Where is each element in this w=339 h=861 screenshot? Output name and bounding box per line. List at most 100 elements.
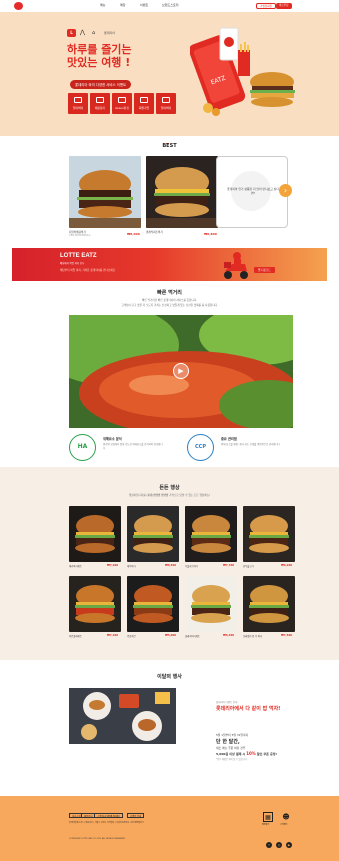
nav-menu[interactable]: 메뉴 [100,3,106,7]
service-label: 회원가입 [138,106,150,110]
fast-food-desc2: 고객님이 요구 맛을 더 오도록 가치는 신선하고 맛있게 있는 신선한 맛제를… [121,304,218,307]
hero-food-illustration: EATZ [190,27,295,116]
service-store-button[interactable]: 매장찾기 [90,93,110,114]
ccp-badge-icon: CCP [187,434,214,461]
lotteria-logo[interactable] [14,2,23,10]
event-small-label: 롯데리아 이벤트 안내 [216,701,238,704]
nav-event[interactable]: 이벤트 [140,3,148,7]
best-item-card[interactable] [69,156,141,228]
menu-card[interactable] [185,576,237,632]
menu-item-name: 양념치킨 [127,635,136,638]
event-big-text: 단 한 달간, [216,739,240,745]
event-photo[interactable] [69,688,176,744]
best-item-desc: 두툼한 패티에 바베큐소스 [69,235,91,237]
service-delivery2-button[interactable]: 딜리버리 [156,93,176,114]
ha-badge-icon: HA [69,434,96,461]
user-icon [140,97,148,103]
event-headline: 롯데리아에서 다 같이 밥 먹자! [216,705,280,712]
service-signup-button[interactable]: 회원가입 [134,93,154,114]
burger-photo [69,156,141,228]
cert-desc: 위해 요소를 예방, 제거 하는 단계를 중점적으로 관리합니다 [221,443,280,446]
service-label: 딜리버리 [72,106,84,110]
customer-service-icon[interactable]: ☻ [281,812,291,822]
service-green-button[interactable]: Green환경 [112,93,132,114]
menu-item-price: ₩6,300 [223,634,235,637]
new-menu-desc: 행상하진디자를 (쉐세)빵빵빵 빵빵빵 가격으로 만날 수 있는 든든 행상메뉴… [128,494,211,497]
menu-item-name: 데리버거세트 [69,565,82,568]
footer-company-info: 롯데지알에스(주) | 대표이사 | 서울시 금천구 디지털로 | 사업자등록번… [69,822,145,824]
menu-photo [69,576,121,632]
promo-video[interactable]: ▶ [69,315,293,428]
menu-item-name: 더블치즈버거 [185,565,198,568]
fast-food-desc1: 빠른 먹거리란 빠른 롯데리아의 서비스를 뜻합니다. [141,299,198,302]
menu-item-price: ₩7,300 [107,634,119,637]
lotte-eatz-banner[interactable]: LOTTE EATZ 배달에서 픽업 까지 모두 배달부터 픽업 까지, 가까운… [12,248,327,281]
menu-item-price: ₩5,000 [165,634,177,637]
store-locator-icon[interactable]: ▦ [263,812,273,822]
dining-table-photo [69,688,176,744]
menu-item-price: ₩7,700 [223,564,235,567]
facebook-icon[interactable]: f [266,842,272,848]
event-line3: 세트 메뉴 주문 하실 경우 [216,746,246,750]
event-title: 이달의 행사 [157,674,182,680]
new-menu-title: 든든 행상 [159,485,180,491]
menu-photo [185,506,237,562]
fast-food-title: 빠른 먹거리 [157,290,182,296]
play-icon[interactable]: ▶ [173,363,189,379]
discount-prefix: 5,000원 이상 결제 시 [216,752,246,756]
cert-desc: 원료와 공정에서 발생 가능한 위해요소를 분석하여 관리합니다 [103,443,163,450]
footer-copyright: COPYRIGHT LOTTE GRS CO.,LTD. ALL RIGHTS … [69,838,126,840]
menu-card[interactable] [127,506,179,562]
instagram-icon[interactable]: ◎ [276,842,282,848]
service-label: 딜리버리 [160,106,172,110]
service-label: Green환경 [115,106,129,110]
menu-item-name: 모짜렐라 인 더 버거 [243,635,263,638]
delivery-icon [74,97,82,103]
footer-icon-label: 매장찾기 [262,824,270,826]
best-section-title: BEST [162,143,177,149]
menu-item-name: 새우버거 [127,565,136,568]
menu-card[interactable] [185,506,237,562]
menu-photo [127,506,179,562]
footer [0,796,339,861]
menu-item-price: ₩6,500 [165,564,177,567]
menu-photo [185,576,237,632]
footer-cs-button[interactable]: 고객센터(1588-5000) [94,813,123,818]
best-item-price: ₩8,000 [127,232,140,236]
burger-photo [146,156,218,228]
best-next-arrow-icon[interactable]: › [279,184,292,197]
brand-tag: 롯데리아 [104,31,116,35]
menu-card[interactable] [243,576,295,632]
nav-brand[interactable]: 브랜드스토리 [162,3,179,7]
hero-title-line2: 맛있는 여행 ! [67,56,131,69]
best-more-card[interactable]: 롯데리아 인기 상품을 더 많이 만나보고 싶다면? [216,156,288,228]
menu-card[interactable] [127,576,179,632]
brand-logo-icon: ⌂ [92,30,96,36]
eatz-title: LOTTE EATZ [60,253,97,259]
brand-logo-icon: ⋀ [80,29,85,36]
menu-photo [243,576,295,632]
menu-item-price: ₩7,500 [281,634,293,637]
menu-item-price: ₩9,200 [281,564,293,567]
menu-card[interactable] [69,506,121,562]
menu-photo [243,506,295,562]
eatz-subtitle: 배달에서 픽업 까지 모두 [60,262,85,265]
youtube-icon[interactable]: ▶ [286,842,292,848]
franchise-login-button[interactable]: 가맹점회원 [256,3,276,9]
store-icon [96,97,104,103]
menu-card[interactable] [69,576,121,632]
truck-icon [162,97,170,103]
menu-card[interactable] [243,506,295,562]
hero-service-pill: 롯데리아 와의 다양한 서비스 이벤트 [70,80,132,89]
menu-item-name: 치킨휠레세트 [69,635,82,638]
service-label: 매장찾기 [94,106,106,110]
app-download-button[interactable]: 앱 다운로드 [254,267,275,273]
service-delivery-button[interactable]: 딜리버리 [68,93,88,114]
nav-store[interactable]: 매장 [120,3,126,7]
event-note: *일부 매장은 제외 될 수 있습니다. [216,758,248,761]
best-item-card[interactable] [146,156,218,228]
footer-franchise-button[interactable]: 가맹점 안내 [127,813,145,818]
delivery-scooter-icon [224,252,248,279]
best-more-text: 롯데리아 인기 상품을 더 많이 만나보고 싶다면? [227,187,279,195]
order-button[interactable]: 바로주문 [276,3,292,9]
